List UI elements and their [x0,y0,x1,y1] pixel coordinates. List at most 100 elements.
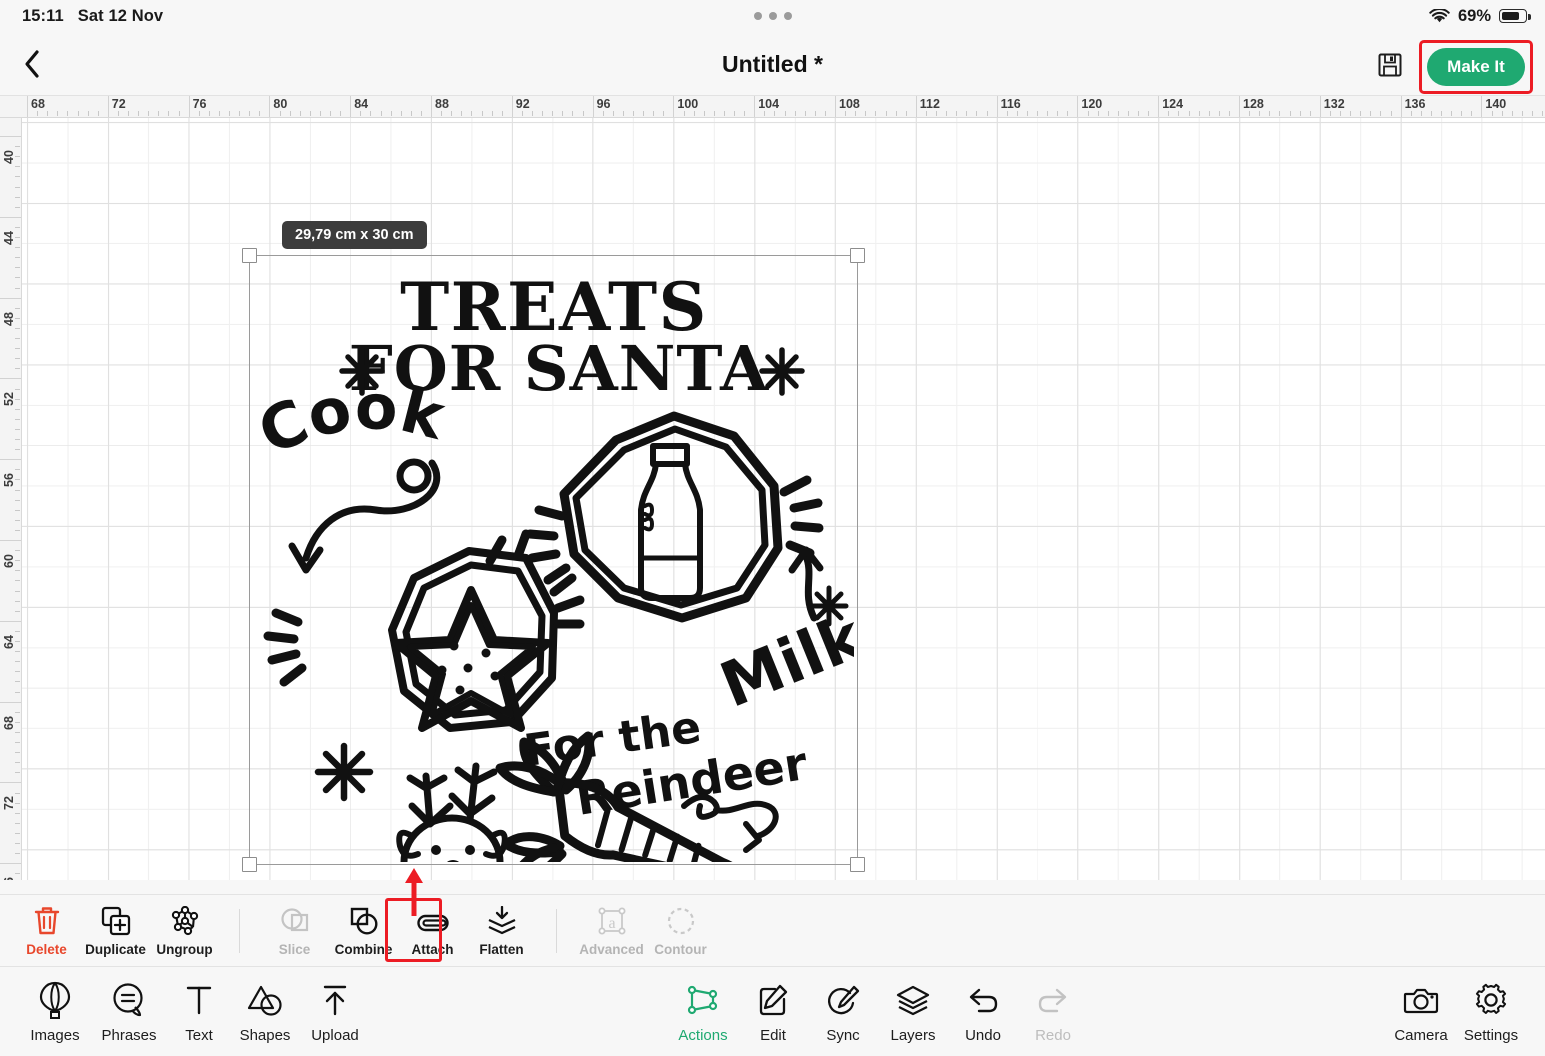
delete-button[interactable]: Delete [12,904,81,957]
ruler-minor-tick [15,560,20,562]
ruler-minor-tick [420,111,422,116]
ruler-minor-tick [461,111,463,116]
ruler-minor-tick [501,111,503,116]
save-button[interactable] [1373,48,1407,82]
ruler-minor-tick [178,111,180,116]
design-canvas[interactable]: 29,79 cm x 30 cm TREATS FOR SANTA Cook M… [22,118,1545,880]
ruler-minor-tick [15,832,20,834]
ruler-minor-tick [723,111,725,116]
ruler-label: 120 [1081,97,1103,111]
hot-air-balloon-icon [38,980,72,1020]
flatten-icon [487,904,517,936]
ruler-minor-tick [148,111,150,116]
ruler-minor-tick [1006,111,1008,116]
project-title[interactable]: Untitled * [0,51,1545,78]
ruler-label: 124 [1162,97,1184,111]
ruler-label: 68 [31,97,45,111]
duplicate-label: Duplicate [85,942,146,957]
ruler-minor-tick [15,237,20,238]
ruler-tick [0,297,21,299]
resize-handle-bottom-right[interactable] [850,857,865,872]
ruler-minor-tick [855,111,857,116]
shapes-label: Shapes [239,1027,291,1044]
ruler-minor-tick [1188,111,1190,116]
ruler-minor-tick [299,111,301,116]
undo-arrow-icon [965,980,1001,1020]
ruler-minor-tick [15,550,20,552]
horizontal-ruler[interactable]: 68 72 76 80 84 88 92 96 100 104 108 112 116 120 124 128… [0,96,1545,118]
camera-label: Camera [1394,1027,1448,1044]
toolbar-divider-2 [556,908,557,953]
contour-label: Contour [654,942,707,957]
ruler-minor-tick [1329,111,1331,116]
ungroup-button[interactable]: Ungroup [150,904,219,957]
ruler-minor-tick [15,277,20,279]
dynamic-island-dots-icon [753,12,792,20]
resize-handle-top-right[interactable] [850,248,865,263]
ruler-minor-tick [1148,111,1150,116]
ruler-minor-tick [1127,111,1129,116]
ruler-minor-tick [1410,111,1412,116]
ruler-minor-tick [1380,111,1382,116]
ruler-minor-tick [87,111,89,116]
ruler-label: 88 [435,97,449,111]
make-it-button[interactable]: Make It [1427,48,1525,86]
ruler-minor-tick [1542,111,1543,116]
ruler-minor-tick [976,111,978,116]
ruler-minor-tick [1168,111,1170,116]
ruler-minor-tick [117,111,119,116]
ruler-minor-tick [198,111,200,116]
duplicate-button[interactable]: Duplicate [81,904,150,957]
ruler-minor-tick [552,111,554,116]
ruler-tick [0,701,21,703]
ruler-tick [0,540,21,541]
ruler-minor-tick [734,111,735,116]
ruler-minor-tick [15,519,20,521]
ruler-minor-tick [653,111,655,116]
ruler-minor-tick [15,590,20,592]
ruler-minor-tick [15,338,20,339]
battery-icon [1499,9,1531,23]
settings-button[interactable]: Settings [1448,980,1534,1044]
ruler-minor-tick [1218,111,1220,116]
ruler-minor-tick [15,449,20,451]
ruler-minor-tick [15,509,20,511]
upload-label: Upload [311,1027,359,1044]
ruler-minor-tick [1047,111,1049,116]
ruler-minor-tick [330,111,331,116]
ruler-minor-tick [77,111,79,116]
ruler-minor-tick [410,111,412,116]
resize-handle-bottom-left[interactable] [242,857,257,872]
clock-date: Sat 12 Nov [77,6,164,25]
combine-button[interactable]: Combine [329,904,398,957]
ruler-minor-tick [279,111,281,116]
vertical-ruler[interactable]: 40 44 48 52 56 60 64 68 72 76 [0,118,22,880]
shapes-icon [247,980,283,1020]
upload-button[interactable]: Upload [292,980,378,1044]
flatten-label: Flatten [479,942,524,957]
ruler-minor-tick [663,111,665,116]
ruler-label: 72 [2,796,16,811]
ruler-minor-tick [208,111,210,116]
ruler-minor-tick [471,111,473,116]
ruler-label: 116 [1000,97,1021,111]
ruler-minor-tick [491,111,493,116]
wifi-icon [1429,8,1450,24]
ruler-minor-tick [15,752,20,754]
ruler-minor-tick [15,762,20,764]
ruler-minor-tick [764,111,766,116]
edit-pencil-square-icon [756,980,790,1020]
ruler-minor-tick [1178,111,1180,116]
ruler-minor-tick [1511,111,1513,116]
ruler-minor-tick [1461,111,1463,116]
ruler-minor-tick [703,111,705,116]
selection-bounding-box[interactable] [242,248,865,872]
ruler-minor-tick [47,111,49,116]
flatten-button[interactable]: Flatten [467,904,536,957]
ruler-minor-tick [239,111,241,116]
ruler-minor-tick [774,111,776,116]
resize-handle-top-left[interactable] [242,248,257,263]
ruler-tick [0,136,21,137]
slice-label: Slice [278,942,311,957]
ruler-minor-tick [936,111,937,116]
